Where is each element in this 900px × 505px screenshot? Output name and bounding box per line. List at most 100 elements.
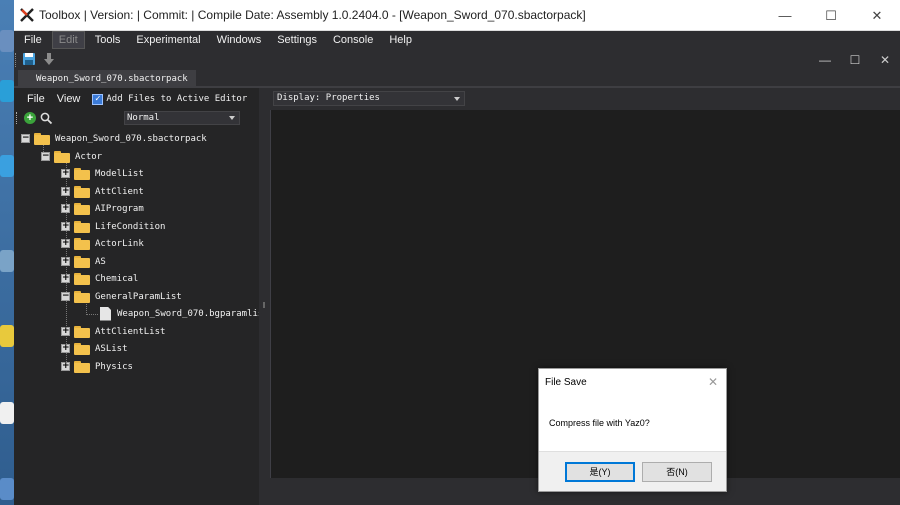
download-icon[interactable]	[42, 52, 58, 68]
expand-icon[interactable]: +	[61, 239, 70, 248]
toolbar-grip[interactable]	[16, 112, 18, 124]
expand-icon[interactable]: +	[61, 274, 70, 283]
menu-bar: File Edit Tools Experimental Windows Set…	[14, 31, 900, 49]
tree-node-label: AIProgram	[95, 203, 144, 214]
tree-node-generalparamlist[interactable]: − GeneralParamList	[61, 288, 182, 305]
menu-console[interactable]: Console	[327, 31, 379, 49]
folder-icon	[74, 342, 90, 355]
maximize-button[interactable]: ☐	[808, 0, 854, 31]
menu-file[interactable]: File	[18, 31, 48, 49]
dialog-footer: 是(Y) 否(N)	[539, 451, 726, 491]
tree-node-actor[interactable]: − Actor	[41, 148, 102, 165]
tree-menu-bar: File View ✓ Add Files to Active Editor	[14, 88, 259, 110]
minimize-button[interactable]: —	[762, 0, 808, 31]
file-tree: − Weapon_Sword_070.sbactorpack − Actor +…	[14, 130, 269, 505]
toolbar	[14, 50, 900, 70]
folder-icon	[74, 255, 90, 268]
close-button[interactable]: ✕	[854, 0, 900, 31]
tree-node-lifecondition[interactable]: + LifeCondition	[61, 218, 165, 235]
expand-icon[interactable]: +	[61, 362, 70, 371]
display-mode-dropdown[interactable]: Display: Properties	[273, 91, 465, 106]
menu-experimental[interactable]: Experimental	[130, 31, 206, 49]
expand-icon[interactable]: +	[61, 222, 70, 231]
tree-node-label: LifeCondition	[95, 221, 166, 232]
folder-icon	[74, 237, 90, 250]
tree-node-label: AS	[95, 256, 106, 267]
tree-node-label: Actor	[75, 151, 103, 162]
tree-node-label: GeneralParamList	[95, 291, 182, 302]
add-icon[interactable]: +	[24, 112, 36, 124]
tree-node-aiprogram[interactable]: + AIProgram	[61, 200, 144, 217]
tree-menu-file[interactable]: File	[21, 93, 51, 105]
desktop-app-icon[interactable]	[0, 30, 14, 52]
display-bar: Display: Properties	[269, 88, 900, 110]
dialog-close-icon[interactable]: ✕	[708, 375, 718, 389]
desktop-app-icon[interactable]	[0, 478, 14, 500]
desktop-app-icon[interactable]	[0, 80, 14, 102]
toolbar-grip[interactable]	[15, 53, 18, 67]
tree-node-aslist[interactable]: + ASList	[61, 340, 128, 357]
doc-restore-button[interactable]: ☐	[840, 50, 870, 70]
checkbox-checked-icon: ✓	[92, 93, 104, 105]
tree-node-physics[interactable]: + Physics	[61, 358, 133, 375]
folder-icon	[74, 290, 90, 303]
expand-icon[interactable]: +	[61, 327, 70, 336]
tree-node-bgparamlist-file[interactable]: Weapon_Sword_070.bgparamlist	[96, 305, 269, 322]
expand-icon[interactable]: +	[61, 204, 70, 213]
search-icon[interactable]	[40, 112, 53, 125]
tree-node-label: Weapon_Sword_070.bgparamlist	[117, 308, 269, 319]
tree-node-as[interactable]: + AS	[61, 253, 106, 270]
menu-settings[interactable]: Settings	[271, 31, 323, 49]
folder-icon	[74, 167, 90, 180]
expand-icon[interactable]: +	[61, 257, 70, 266]
document-tab-strip: Weapon_Sword_070.sbactorpack	[14, 70, 900, 88]
desktop-background	[0, 0, 14, 505]
doc-close-button[interactable]: ✕	[870, 50, 900, 70]
tree-node-label: ActorLink	[95, 238, 144, 249]
tab-weapon-sword-070[interactable]: Weapon_Sword_070.sbactorpack	[18, 70, 196, 88]
tree-node-actorlink[interactable]: + ActorLink	[61, 235, 144, 252]
tree-node-modellist[interactable]: + ModelList	[61, 165, 144, 182]
save-icon[interactable]	[22, 52, 38, 68]
doc-minimize-button[interactable]: —	[810, 50, 840, 70]
title-bar[interactable]: Toolbox | Version: | Commit: | Compile D…	[14, 0, 900, 31]
tree-node-label: ModelList	[95, 168, 144, 179]
desktop-app-icon[interactable]	[0, 250, 14, 272]
add-files-checkbox[interactable]: ✓ Add Files to Active Editor	[92, 93, 248, 105]
desktop-app-icon[interactable]	[0, 402, 14, 424]
collapse-icon[interactable]: −	[21, 134, 30, 143]
desktop-app-icon[interactable]	[0, 155, 14, 177]
tree-node-chemical[interactable]: + Chemical	[61, 270, 138, 287]
window-title: Toolbox | Version: | Commit: | Compile D…	[39, 8, 586, 22]
yes-button[interactable]: 是(Y)	[565, 462, 635, 482]
app-icon	[19, 7, 35, 23]
desktop-app-icon[interactable]	[0, 325, 14, 347]
expand-icon[interactable]: +	[61, 344, 70, 353]
folder-icon	[74, 185, 90, 198]
tree-node-root[interactable]: − Weapon_Sword_070.sbactorpack	[21, 130, 207, 147]
display-value: Properties	[325, 93, 380, 103]
add-files-label: Add Files to Active Editor	[106, 94, 248, 104]
collapse-icon[interactable]: −	[41, 152, 50, 161]
menu-help[interactable]: Help	[383, 31, 418, 49]
panel-splitter[interactable]	[259, 88, 269, 505]
tree-node-label: Physics	[95, 361, 133, 372]
file-icon	[100, 306, 111, 321]
tree-node-label: Weapon_Sword_070.sbactorpack	[55, 133, 207, 144]
tree-node-attclientlist[interactable]: + AttClientList	[61, 323, 165, 340]
folder-icon	[74, 272, 90, 285]
tree-node-label: AttClient	[95, 186, 144, 197]
display-label: Display:	[277, 93, 321, 103]
file-tree-panel: File View ✓ Add Files to Active Editor +…	[14, 88, 269, 505]
menu-tools[interactable]: Tools	[89, 31, 127, 49]
filter-mode-dropdown[interactable]: Normal	[124, 111, 240, 125]
expand-icon[interactable]: +	[61, 169, 70, 178]
collapse-icon[interactable]: −	[61, 292, 70, 301]
menu-windows[interactable]: Windows	[211, 31, 268, 49]
tree-menu-view[interactable]: View	[51, 93, 87, 105]
tree-toolbar: + Normal	[14, 110, 259, 126]
menu-edit[interactable]: Edit	[51, 31, 85, 49]
no-button[interactable]: 否(N)	[642, 462, 712, 482]
expand-icon[interactable]: +	[61, 187, 70, 196]
tree-node-attclient[interactable]: + AttClient	[61, 183, 144, 200]
